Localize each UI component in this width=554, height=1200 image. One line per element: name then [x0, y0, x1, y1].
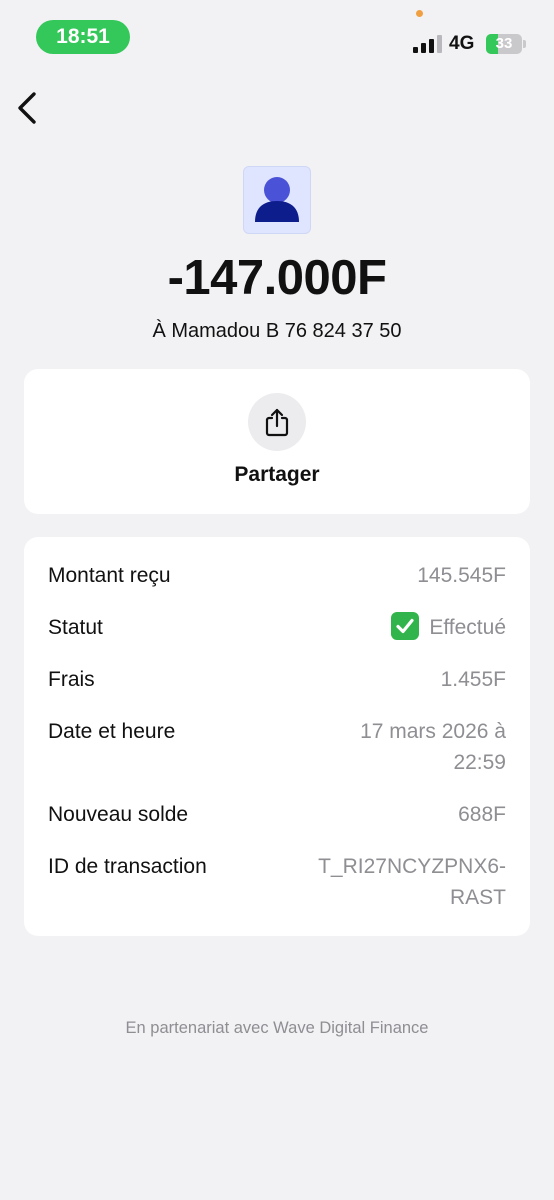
share-button[interactable] — [248, 393, 306, 451]
privacy-indicator-dot — [416, 10, 423, 17]
transaction-amount: -147.000F — [167, 251, 387, 305]
datetime-value: 17 mars 2026 à 22:59 — [360, 716, 506, 778]
datetime-value-date: 17 mars 2026 à — [360, 720, 506, 743]
recipient-info: À Mamadou B 76 824 37 50 — [152, 320, 402, 342]
received-value: 145.545F — [417, 564, 506, 587]
datetime-label: Date et heure — [48, 720, 176, 743]
received-label: Montant reçu — [48, 564, 171, 587]
fees-value: 1.455F — [440, 668, 506, 691]
recipient-avatar — [243, 166, 311, 234]
datetime-value-time: 22:59 — [453, 751, 506, 774]
status-time: 18:51 — [36, 20, 130, 54]
battery-tip — [523, 40, 526, 48]
back-button[interactable] — [12, 88, 42, 128]
status-value-wrap: Effectué — [391, 612, 506, 643]
transaction-id-value[interactable]: T_RI27NCYZPNX6- RAST — [318, 851, 506, 913]
status-label: Statut — [48, 616, 103, 639]
balance-value: 688F — [458, 803, 506, 826]
partner-footer: En partenariat avec Wave Digital Finance — [125, 1019, 429, 1037]
person-icon — [255, 177, 299, 222]
share-label[interactable]: Partager — [24, 463, 530, 487]
balance-label: Nouveau solde — [48, 803, 189, 826]
status-time-text: 18:51 — [56, 25, 110, 48]
transaction-id-part1: T_RI27NCYZPNX6- — [318, 855, 506, 878]
status-value: Effectué — [429, 616, 506, 639]
transaction-id-label: ID de transaction — [48, 855, 207, 878]
share-card[interactable]: Partager — [24, 369, 530, 514]
network-type: 4G — [449, 33, 475, 54]
share-icon — [265, 408, 289, 437]
chevron-left-icon — [18, 92, 36, 124]
signal-icon — [413, 35, 443, 53]
battery-icon: 33 — [486, 34, 522, 54]
transaction-id-part2: RAST — [449, 886, 506, 909]
transaction-details-card: Montant reçu 145.545F Statut Effectué Fr… — [24, 537, 530, 936]
fees-label: Frais — [48, 668, 95, 691]
battery-percentage: 33 — [495, 35, 513, 52]
checkmark-icon — [391, 612, 420, 640]
